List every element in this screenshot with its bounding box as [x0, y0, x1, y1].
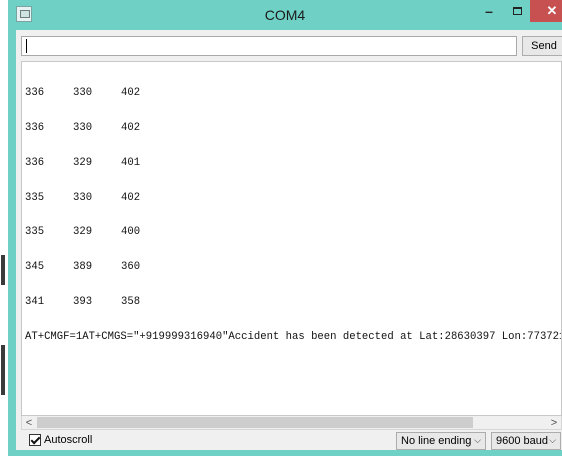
output-row: 336 330 402: [25, 121, 561, 135]
client-area: Send 336 330 402 336 330 402 336 329 401 335 33…: [16, 30, 562, 450]
line-ending-value: No line ending: [401, 435, 472, 447]
baud-rate-value: 9600 baud: [496, 435, 548, 447]
output-cell: 345: [25, 261, 45, 274]
output-row: 335 329 400: [25, 226, 561, 239]
scroll-thumb[interactable]: [37, 417, 473, 428]
output-cell: 329: [73, 226, 93, 239]
line-ending-select[interactable]: No line ending ⌵: [396, 432, 486, 450]
output-cell: 389: [73, 261, 93, 274]
maximize-icon: [512, 7, 522, 15]
chevron-down-icon: ⌵: [474, 435, 481, 445]
horizontal-scrollbar[interactable]: < >: [21, 416, 562, 430]
output-cell: 330: [73, 191, 93, 204]
output-lines: 336 330 402 336 330 402 336 329 401 335 330 402 …: [25, 65, 562, 366]
autoscroll-label: Autoscroll: [44, 434, 93, 446]
autoscroll-checkbox[interactable]: [29, 434, 41, 446]
baud-rate-select[interactable]: 9600 baud ⌵: [491, 432, 561, 450]
scroll-left-icon[interactable]: <: [22, 416, 36, 429]
output-cell: 401: [121, 156, 141, 169]
close-button[interactable]: ✕: [530, 0, 562, 22]
output-cell: 336: [25, 121, 45, 134]
title-bar[interactable]: COM4 – ✕: [8, 0, 562, 30]
output-cell: 330: [73, 87, 93, 100]
output-cell: 330: [73, 121, 93, 134]
output-message: AT+CMGF=1AT+CMGS="+919999316940"Accident…: [25, 330, 562, 343]
output-row: 336 330 402: [25, 87, 561, 100]
output-cell: 336: [25, 87, 45, 100]
output-cell: 336: [25, 156, 45, 169]
chevron-down-icon: ⌵: [549, 435, 556, 445]
send-button[interactable]: Send: [522, 36, 562, 56]
output-cell: 335: [25, 226, 45, 239]
output-row: 335 330 402: [25, 191, 561, 205]
scroll-right-icon[interactable]: >: [547, 416, 561, 429]
output-cell: 358: [121, 295, 141, 308]
serial-monitor-window: COM4 – ✕ Send 336 330 402 336 330 402 336 329…: [8, 0, 562, 456]
serial-output[interactable]: 336 330 402 336 330 402 336 329 401 335 330 402 …: [21, 61, 562, 416]
output-cell: 393: [73, 295, 93, 308]
output-cell: 335: [25, 191, 45, 204]
output-cell: 402: [121, 121, 141, 134]
footer-bar: Autoscroll No line ending ⌵ 9600 baud ⌵: [21, 432, 562, 450]
output-cell: 402: [121, 191, 141, 204]
minimize-button[interactable]: –: [476, 0, 502, 22]
background-window-edge: [0, 0, 8, 456]
output-cell: 360: [121, 261, 141, 274]
serial-input[interactable]: [21, 36, 517, 56]
send-row: Send: [21, 36, 562, 56]
output-cell: 329: [73, 156, 93, 169]
background-window-mark: [1, 345, 5, 395]
output-row: 336 329 401: [25, 156, 561, 170]
autoscroll-toggle[interactable]: Autoscroll: [29, 434, 92, 446]
background-window-mark: [1, 255, 5, 285]
text-caret: [26, 39, 27, 53]
output-cell: 341: [25, 295, 45, 308]
maximize-button[interactable]: [504, 0, 530, 22]
output-row: 345 389 360: [25, 261, 561, 274]
output-row: 341 393 358: [25, 295, 561, 309]
output-cell: 402: [121, 87, 141, 100]
output-cell: 400: [121, 226, 141, 239]
